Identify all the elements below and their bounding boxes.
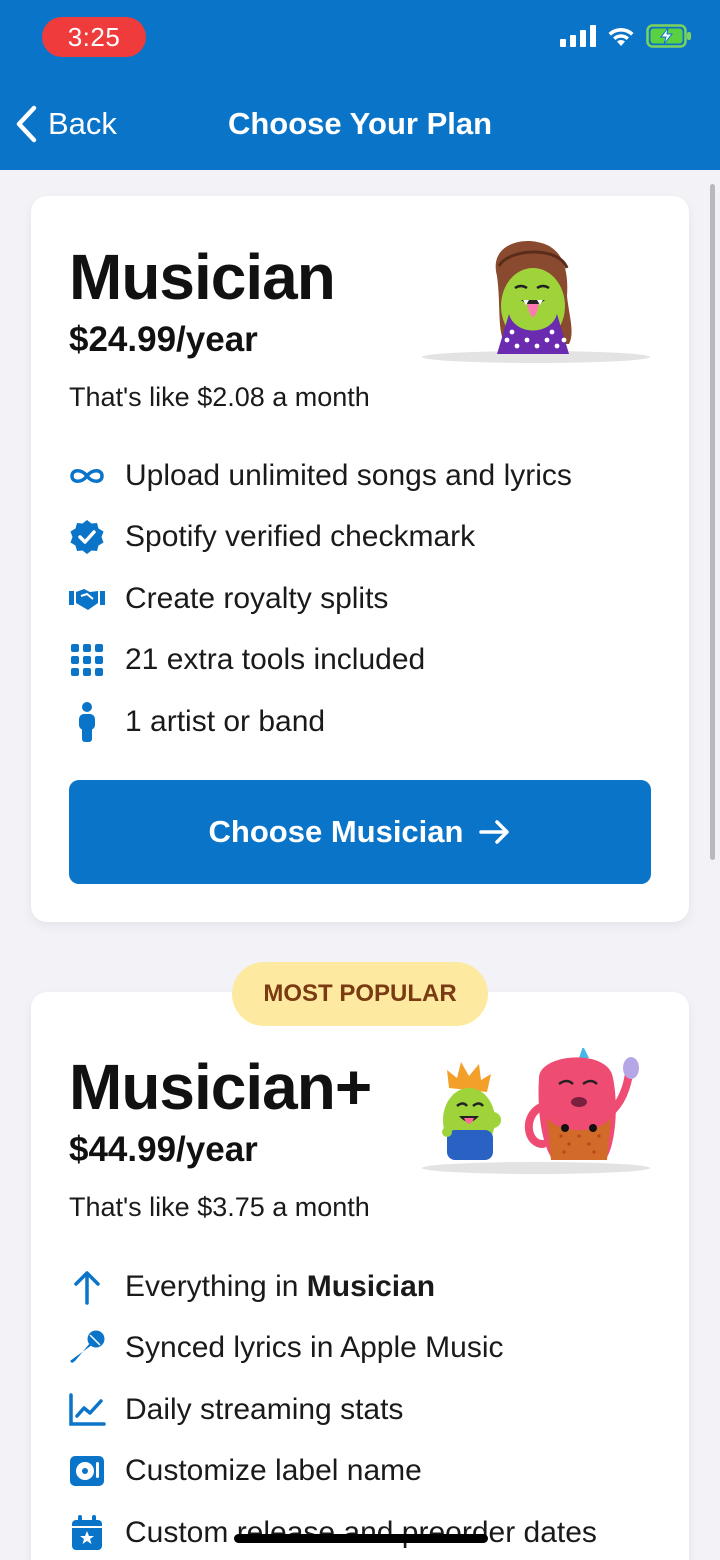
feature-text: Daily streaming stats xyxy=(125,1392,404,1426)
feature-item: Customize label name xyxy=(67,1441,669,1503)
feature-item: Daily streaming stats xyxy=(67,1379,669,1441)
feature-text-prefix: Everything in xyxy=(125,1269,307,1303)
feature-text-bold: Musician xyxy=(306,1269,436,1303)
feature-text: Everything in Musician xyxy=(125,1270,435,1304)
choose-button-label: Choose Musician xyxy=(208,814,464,849)
most-popular-badge: MOST POPULAR xyxy=(232,962,488,1026)
grid-icon xyxy=(67,640,107,680)
calendar-star-icon xyxy=(67,1513,107,1553)
verified-badge-icon xyxy=(67,517,107,557)
nav-header: 3:25 Back Choose Your Plan xyxy=(0,0,720,170)
scrollbar[interactable] xyxy=(710,184,715,860)
feature-item: 21 extra tools included xyxy=(67,630,669,692)
feature-item: Synced lyrics in Apple Music xyxy=(67,1318,669,1380)
person-icon xyxy=(67,701,107,742)
feature-text: Spotify verified checkmark xyxy=(125,520,476,554)
feature-text: 1 artist or band xyxy=(125,704,326,738)
infinity-icon xyxy=(67,456,107,496)
feature-text: Synced lyrics in Apple Music xyxy=(125,1331,504,1365)
mascot-pair-illustration xyxy=(422,1048,650,1174)
status-icons xyxy=(560,24,692,48)
feature-text: Customize label name xyxy=(125,1454,422,1488)
plan-name: Musician+ xyxy=(69,1051,372,1123)
battery-charging-icon xyxy=(646,24,691,48)
handshake-icon xyxy=(67,579,107,619)
wifi-icon xyxy=(608,27,634,46)
feature-text: Create royalty splits xyxy=(125,581,389,615)
arrow-right-icon xyxy=(479,820,510,844)
feature-list: Everything in Musician Synced lyrics in … xyxy=(67,1256,669,1560)
feature-text: Custom release and preorder dates xyxy=(125,1515,597,1549)
feature-item: Custom release and preorder dates xyxy=(67,1502,669,1560)
feature-text: Upload unlimited songs and lyrics xyxy=(125,458,572,492)
plan-price: $24.99/year xyxy=(69,320,258,359)
feature-item: Upload unlimited songs and lyrics xyxy=(67,445,669,507)
mascot-illustration xyxy=(422,241,650,363)
plan-monthly-note: That's like $3.75 a month xyxy=(69,1192,370,1222)
microphone-icon xyxy=(67,1328,107,1368)
signal-icon xyxy=(560,25,596,47)
line-chart-icon xyxy=(67,1390,107,1430)
plan-card-musician: Musician $24.99/year That's like $2.08 a… xyxy=(31,196,689,922)
feature-list: Upload unlimited songs and lyrics Spotif… xyxy=(67,445,669,753)
plan-card-musician-plus: Musician+ $44.99/year That's like $3.75 … xyxy=(31,992,689,1560)
feature-item: Everything in Musician xyxy=(67,1256,669,1318)
choose-musician-button[interactable]: Choose Musician xyxy=(69,780,651,884)
record-label-icon xyxy=(67,1451,107,1491)
home-indicator[interactable] xyxy=(234,1534,488,1543)
arrow-up-icon xyxy=(67,1267,107,1307)
plan-name: Musician xyxy=(69,241,336,313)
page-title: Choose Your Plan xyxy=(227,106,493,141)
feature-item: 1 artist or band xyxy=(67,691,669,753)
plan-price: $44.99/year xyxy=(69,1130,258,1169)
feature-item: Spotify verified checkmark xyxy=(67,507,669,569)
plan-monthly-note: That's like $2.08 a month xyxy=(69,382,370,412)
feature-text: 21 extra tools included xyxy=(125,643,426,677)
feature-item: Create royalty splits xyxy=(67,568,669,630)
status-time: 3:25 xyxy=(42,17,146,57)
